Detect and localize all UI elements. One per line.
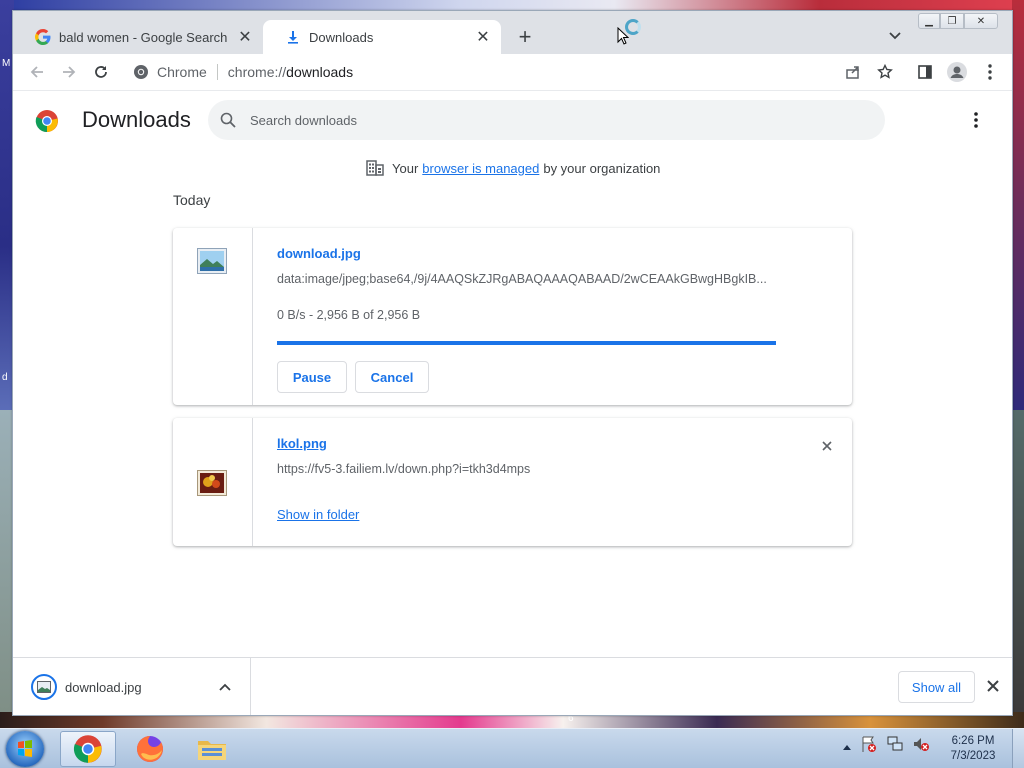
windows-taskbar: 6:26 PM 7/3/2023 bbox=[0, 728, 1024, 768]
tab-title: bald women - Google Search bbox=[59, 29, 228, 45]
google-g-icon bbox=[35, 29, 51, 45]
download-arrow-icon bbox=[285, 29, 301, 45]
managed-notice: Your browser is managed by your organiza… bbox=[366, 160, 660, 176]
url-host: downloads bbox=[286, 64, 354, 80]
chevron-up-icon[interactable] bbox=[215, 677, 235, 697]
share-icon[interactable] bbox=[841, 60, 865, 84]
remove-item-close-icon[interactable] bbox=[817, 436, 837, 456]
desktop-wallpaper-lower-right bbox=[1012, 410, 1024, 712]
mouse-cursor-icon bbox=[617, 26, 630, 50]
site-label: Chrome bbox=[157, 64, 207, 80]
network-icon[interactable] bbox=[886, 735, 904, 758]
file-icon-column bbox=[173, 228, 253, 405]
tab-downloads[interactable]: Downloads ✕ bbox=[263, 20, 501, 54]
side-panel-icon[interactable] bbox=[913, 60, 937, 84]
action-center-flag-icon[interactable] bbox=[860, 735, 878, 758]
download-item: lkol.png https://fv5-3.failiem.lv/down.p… bbox=[173, 418, 852, 546]
download-item: download.jpg data:image/jpeg;base64,/9j/… bbox=[173, 228, 852, 405]
url-scheme: chrome:// bbox=[227, 64, 287, 80]
close-shelf-icon[interactable] bbox=[983, 676, 1003, 696]
download-shelf: download.jpg Show all bbox=[13, 657, 1012, 715]
desktop-wallpaper-right bbox=[1012, 0, 1024, 410]
tab-close-icon[interactable]: ✕ bbox=[473, 27, 493, 47]
desktop-edge-text: M bbox=[2, 58, 11, 69]
image-file-icon bbox=[197, 248, 227, 274]
desktop-edge-text: d bbox=[2, 372, 8, 383]
show-in-folder-link[interactable]: Show in folder bbox=[277, 507, 359, 522]
page-header: Downloads bbox=[13, 91, 1012, 149]
window-controls: ▁ ❐ ✕ bbox=[918, 13, 998, 29]
reload-icon[interactable] bbox=[87, 58, 115, 86]
browser-managed-link[interactable]: browser is managed bbox=[422, 161, 539, 176]
tab-strip: bald women - Google Search ✕ Downloads ✕… bbox=[13, 11, 1012, 54]
managed-prefix: Your bbox=[392, 160, 419, 176]
download-progress-fill bbox=[277, 341, 776, 345]
more-actions-icon[interactable] bbox=[965, 109, 987, 131]
search-icon bbox=[220, 112, 236, 128]
browser-toolbar: Chrome chrome://downloads bbox=[13, 54, 1012, 90]
desktop-wallpaper-lower-left bbox=[0, 410, 12, 712]
download-status-text: 0 B/s - 2,956 B of 2,956 B bbox=[277, 308, 421, 322]
file-source-url: data:image/jpeg;base64,/9j/4AAQSkZJRgABA… bbox=[277, 272, 767, 286]
clock-time: 6:26 PM bbox=[951, 735, 995, 747]
system-tray bbox=[842, 735, 930, 758]
start-button-windows-icon[interactable] bbox=[6, 731, 44, 767]
chrome-logo-icon bbox=[35, 109, 59, 138]
downloads-page: Downloads Your browser is managed by you… bbox=[13, 90, 1012, 656]
forward-arrow-icon[interactable] bbox=[55, 58, 83, 86]
taskbar-clock[interactable]: 6:26 PM 7/3/2023 bbox=[942, 734, 1004, 764]
back-arrow-icon[interactable] bbox=[23, 58, 51, 86]
shelf-file-name: download.jpg bbox=[65, 679, 142, 695]
close-window-icon[interactable]: ✕ bbox=[964, 13, 998, 29]
image-file-icon bbox=[31, 674, 57, 700]
search-input[interactable] bbox=[250, 112, 810, 128]
page-title: Downloads bbox=[82, 107, 191, 132]
tab-google-search[interactable]: bald women - Google Search ✕ bbox=[13, 20, 263, 54]
file-name-link[interactable]: lkol.png bbox=[277, 436, 327, 451]
maximize-icon[interactable]: ❐ bbox=[940, 13, 964, 29]
shelf-download-item[interactable]: download.jpg bbox=[13, 658, 251, 715]
show-desktop-button[interactable] bbox=[1012, 729, 1024, 768]
chrome-site-icon bbox=[133, 64, 149, 80]
taskbar-firefox-icon[interactable] bbox=[122, 731, 178, 767]
bookmark-star-icon[interactable] bbox=[873, 60, 897, 84]
chrome-window: bald women - Google Search ✕ Downloads ✕… bbox=[12, 10, 1013, 716]
building-icon bbox=[366, 160, 384, 176]
pause-button[interactable]: Pause bbox=[277, 361, 347, 393]
image-file-icon bbox=[197, 470, 227, 496]
taskbar-file-explorer-icon[interactable] bbox=[184, 731, 240, 767]
taskbar-chrome-icon[interactable] bbox=[60, 731, 116, 767]
show-hidden-icons-chevron-icon[interactable] bbox=[842, 738, 852, 756]
managed-suffix: by your organization bbox=[543, 160, 661, 176]
omnibox-divider bbox=[216, 64, 218, 80]
tab-search-chevron-icon[interactable] bbox=[885, 26, 905, 46]
download-progress-bar bbox=[277, 341, 776, 345]
tab-title: Downloads bbox=[309, 29, 374, 45]
new-tab-plus-icon[interactable]: + bbox=[512, 24, 538, 50]
date-section-label: Today bbox=[173, 192, 211, 208]
profile-avatar-icon[interactable] bbox=[945, 60, 969, 84]
file-icon-column bbox=[173, 418, 253, 546]
file-name-link[interactable]: download.jpg bbox=[277, 246, 361, 261]
show-all-button[interactable]: Show all bbox=[898, 671, 975, 703]
volume-muted-icon[interactable] bbox=[912, 735, 930, 758]
minimize-icon[interactable]: ▁ bbox=[918, 13, 940, 29]
clock-date: 7/3/2023 bbox=[950, 750, 996, 762]
cancel-button[interactable]: Cancel bbox=[355, 361, 429, 393]
browser-menu-icon[interactable] bbox=[978, 60, 1002, 84]
file-source-url: https://fv5-3.failiem.lv/down.php?i=tkh3… bbox=[277, 462, 531, 476]
tab-close-icon[interactable]: ✕ bbox=[235, 27, 255, 47]
search-downloads-box[interactable] bbox=[208, 100, 885, 140]
